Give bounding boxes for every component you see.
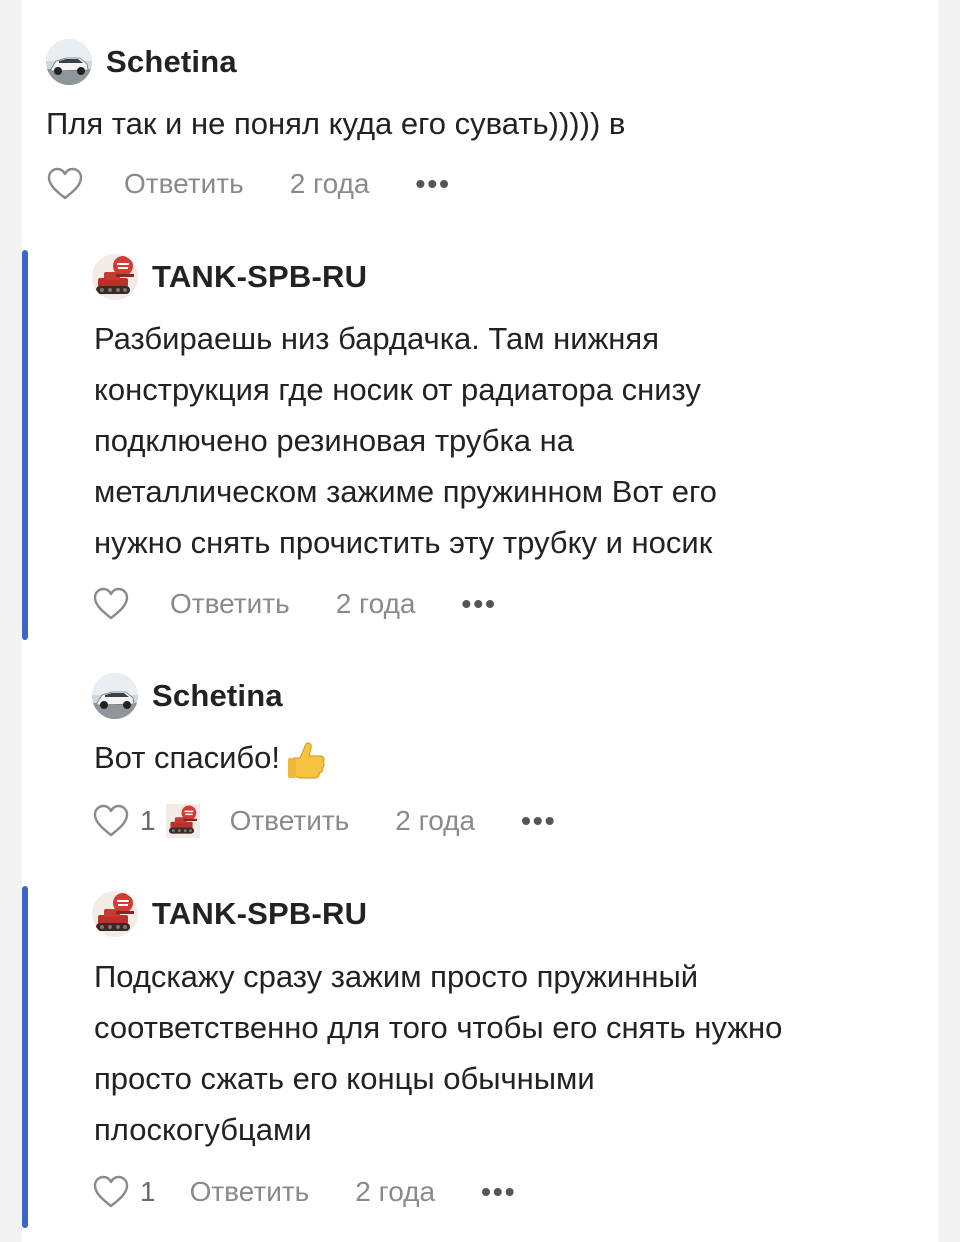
car-avatar[interactable] [46,39,92,85]
tank-avatar[interactable] [92,891,138,937]
text-line: плоскогубцами [94,1112,312,1147]
comment-text: Вот спасибо! [94,732,894,783]
reply-button[interactable]: Ответить [230,805,350,837]
author-name[interactable]: TANK-SPB-RU [152,896,367,932]
comment-header: Schetina [46,38,237,86]
more-options-button[interactable]: ••• [462,588,497,620]
comment-actions: Ответить 2 года ••• [46,164,451,204]
heart-icon[interactable] [92,585,130,623]
heart-icon[interactable] [92,1173,130,1211]
author-name[interactable]: Schetina [152,678,283,714]
comment-age: 2 года [289,168,370,199]
like-count: 1 [140,805,156,836]
text-line: Подскажу сразу зажим просто пружинный [94,959,699,994]
heart-icon[interactable] [46,165,84,203]
tank-avatar[interactable] [92,254,138,300]
liker-avatar[interactable] [166,804,200,838]
heart-icon[interactable] [92,802,130,840]
comment-actions: Ответить 2 года ••• [92,584,497,624]
comment-age: 2 года [395,805,476,836]
more-options-button[interactable]: ••• [481,1176,516,1208]
reply-button[interactable]: Ответить [190,1176,310,1208]
text-line: нужно снять прочистить эту трубку и носи… [94,525,713,560]
comment-age: 2 года [355,1176,436,1207]
comments-panel: Schetina Пля так и не понял куда его сув… [22,0,938,1242]
more-options-button[interactable]: ••• [416,168,451,200]
reply-button[interactable]: Ответить [170,588,290,620]
comment-header: TANK-SPB-RU [92,890,367,938]
text-line: просто сжать его концы обычными [94,1061,595,1096]
text-line: Разбираешь низ бардачка. Там нижняя [94,321,659,356]
comment-header: Schetina [92,672,283,720]
text-line: металлическом зажиме пружинном Вот его [94,474,717,509]
reply-button[interactable]: Ответить [124,168,244,200]
comment-text: Пля так и не понял куда его сувать))))) … [46,106,626,141]
more-options-button[interactable]: ••• [521,805,556,837]
thumbs-up-icon [288,742,325,779]
text-line: Вот спасибо! [94,740,280,775]
comment-actions: 1 Ответить 2 года ••• [92,1172,517,1212]
comment-text: Разбираешь низ бардачка. Там нижняя конс… [94,313,894,568]
comment-header: TANK-SPB-RU [92,253,367,301]
comment-actions: 1 Ответить 2 года ••• [92,801,557,841]
car-avatar[interactable] [92,673,138,719]
thread-indicator [22,250,28,640]
text-line: подключено резиновая трубка на [94,423,574,458]
comment-text: Подскажу сразу зажим просто пружинный со… [94,951,924,1155]
text-line: конструкция где носик от радиатора снизу [94,372,701,407]
comment-age: 2 года [335,588,416,619]
like-count: 1 [140,1176,156,1207]
author-name[interactable]: TANK-SPB-RU [152,259,367,295]
text-line: соответственно для того чтобы его снять … [94,1010,783,1045]
author-name[interactable]: Schetina [106,44,237,80]
thread-indicator [22,886,28,1228]
